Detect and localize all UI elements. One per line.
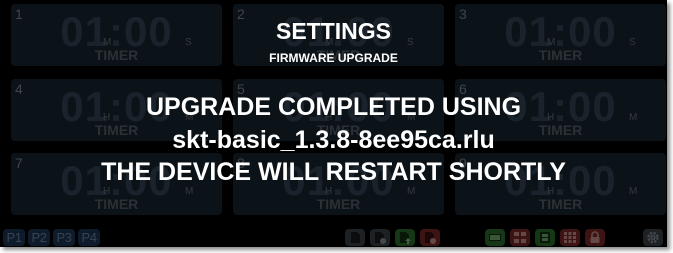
- settings-subtitle: FIRMWARE UPGRADE: [269, 51, 398, 65]
- upgrade-filename: skt-basic_1.3.8-8ee95ca.rlu: [172, 126, 495, 154]
- upgrade-message-line1: UPGRADE COMPLETED USING: [145, 93, 522, 121]
- upgrade-message-line3: THE DEVICE WILL RESTART SHORTLY: [101, 158, 566, 186]
- app-screen: 101:00MSTIMER201:00MSTIMER301:00MSTIMER4…: [0, 0, 667, 247]
- settings-title: SETTINGS: [275, 18, 391, 44]
- upgrade-overlay: SETTINGS FIRMWARE UPGRADE UPGRADE COMPLE…: [0, 0, 667, 247]
